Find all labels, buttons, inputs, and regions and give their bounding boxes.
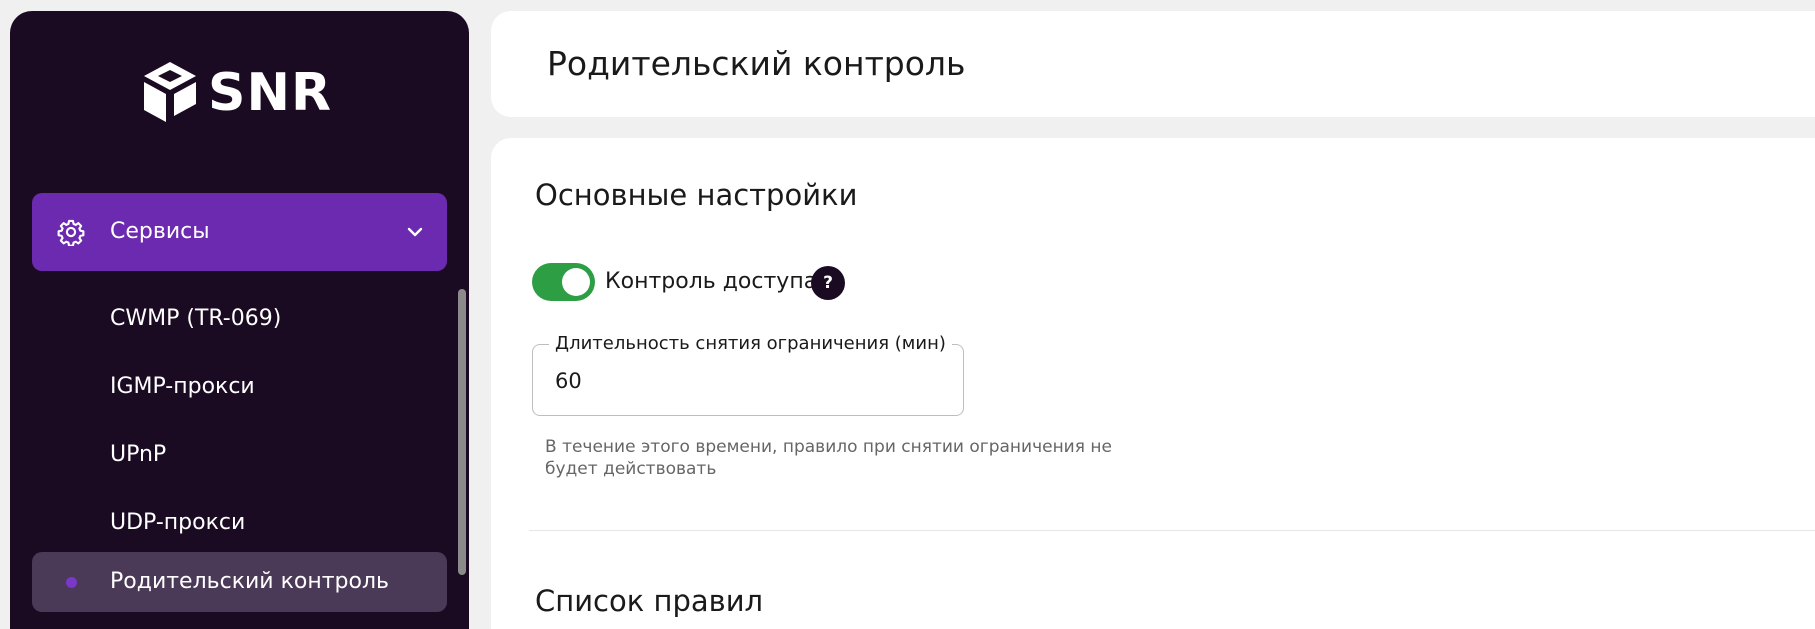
settings-panel: Основные настройки Контроль доступа ? Дл… xyxy=(491,138,1815,629)
duration-field-label: Длительность снятия ограничения (мин) xyxy=(549,332,952,356)
app-page: SNR Сервисы CWMP (TR-069) IGMP-прокси UP… xyxy=(0,0,1815,629)
access-control-label: Контроль доступа xyxy=(605,269,818,294)
sidebar-item-label: IGMP-прокси xyxy=(110,374,255,399)
toggle-knob xyxy=(562,268,590,296)
sidebar: SNR Сервисы CWMP (TR-069) IGMP-прокси UP… xyxy=(10,11,469,629)
sidebar-item-label: UPnP xyxy=(110,442,167,467)
sidebar-group-label: Сервисы xyxy=(110,219,210,244)
duration-input[interactable]: 60 xyxy=(555,345,582,417)
duration-field[interactable]: Длительность снятия ограничения (мин) 60 xyxy=(532,332,964,417)
active-dot-icon xyxy=(66,577,77,588)
access-control-toggle[interactable] xyxy=(532,263,595,301)
page-title: Родительский контроль xyxy=(547,44,966,83)
sidebar-item-upnp[interactable]: UPnP xyxy=(32,425,447,485)
page-header: Родительский контроль xyxy=(491,11,1815,117)
snr-logo-icon xyxy=(144,62,196,122)
sidebar-item-parental-control[interactable]: Родительский контроль xyxy=(32,552,447,612)
sidebar-scrollbar[interactable] xyxy=(458,289,466,575)
brand-name: SNR xyxy=(208,63,333,123)
section-title-rules: Список правил xyxy=(535,584,764,618)
brand-logo[interactable]: SNR xyxy=(140,53,332,133)
section-divider xyxy=(529,530,1815,531)
sidebar-item-igmp-proxy[interactable]: IGMP-прокси xyxy=(32,357,447,417)
sidebar-group-services[interactable]: Сервисы xyxy=(32,193,447,271)
section-title-basic-settings: Основные настройки xyxy=(535,178,858,212)
sidebar-item-label: Родительский контроль xyxy=(110,569,389,594)
sidebar-item-udp-proxy[interactable]: UDP-прокси xyxy=(32,493,447,553)
gear-icon xyxy=(57,219,85,246)
chevron-down-icon xyxy=(407,227,423,237)
sidebar-item-label: UDP-прокси xyxy=(110,510,246,535)
help-icon[interactable]: ? xyxy=(811,266,845,300)
duration-hint: В течение этого времени, правило при сня… xyxy=(545,437,1112,479)
sidebar-item-label: CWMP (TR-069) xyxy=(110,306,282,331)
sidebar-item-cwmp[interactable]: CWMP (TR-069) xyxy=(32,289,447,349)
